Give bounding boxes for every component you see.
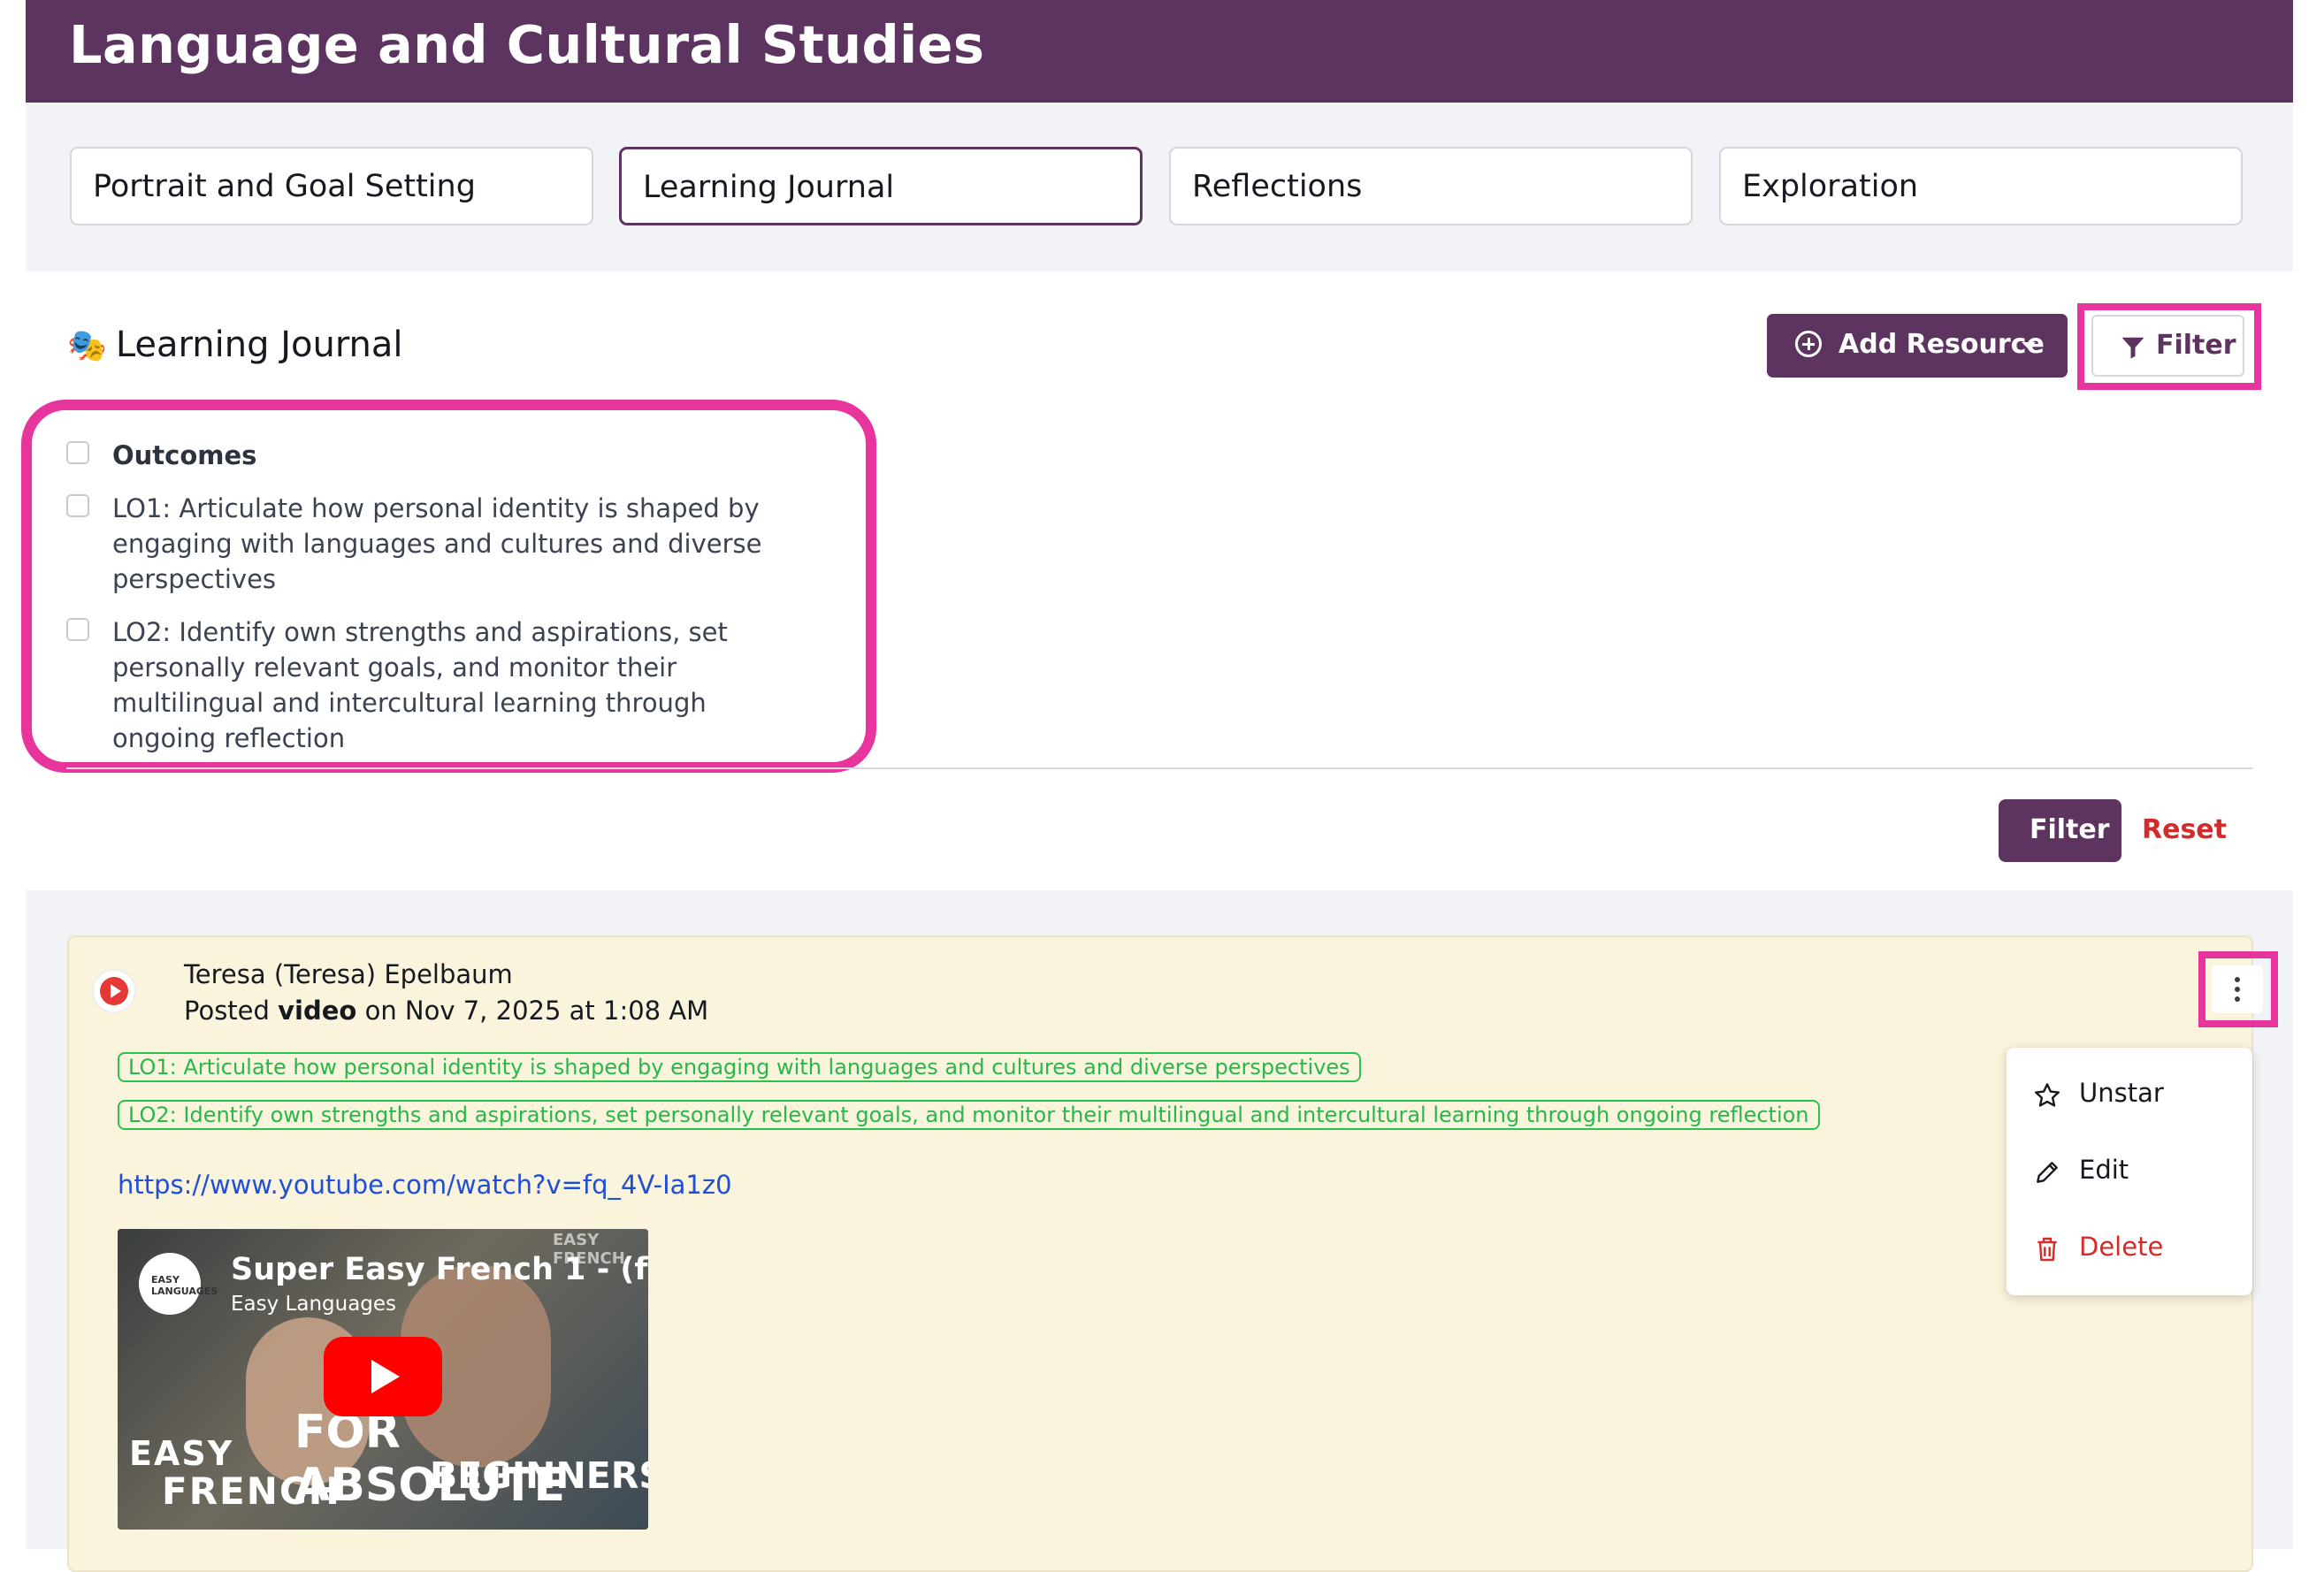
- journal-panel: 🎭 Learning Journal Add Resource Filter Ou…: [21, 271, 2293, 890]
- tab-label: Learning Journal: [643, 170, 895, 205]
- outcomes-group-checkbox[interactable]: [66, 441, 89, 464]
- funnel-icon: [2121, 337, 2144, 359]
- pencil-icon: [2037, 1162, 2058, 1183]
- kebab-dot: [2235, 996, 2240, 1002]
- outcome-lo2-checkbox[interactable]: [66, 618, 89, 641]
- tab-reflections[interactable]: Reflections: [1169, 147, 1693, 225]
- channel-logo-text: EASY LANGUAGES: [151, 1274, 218, 1297]
- outcome-lo1-label: LO1: Articulate how personal identity is…: [112, 493, 762, 594]
- tab-exploration[interactable]: Exploration: [1719, 147, 2243, 225]
- thumbnail-brand-line1: EASY: [129, 1434, 234, 1473]
- outcome-lo2-label: LO2: Identify own strengths and aspirati…: [112, 617, 728, 753]
- filter-toggle-label: Filter: [2156, 330, 2236, 361]
- posted-suffix: on Nov 7, 2025 at 1:08 AM: [364, 996, 709, 1026]
- section-title: 🎭 Learning Journal: [67, 324, 403, 365]
- tab-learning-journal[interactable]: Learning Journal: [619, 147, 1143, 225]
- tab-label: Exploration: [1742, 169, 1919, 204]
- post-options-button[interactable]: [2212, 965, 2263, 1013]
- thumbnail-brand-line2: FRENCH: [162, 1469, 341, 1513]
- thumbnail-overlay-line2: BEGINNERS: [430, 1454, 648, 1497]
- divider: [66, 767, 2252, 769]
- kebab-dot: [2235, 987, 2240, 992]
- video-embed[interactable]: EASY LANGUAGES EASY FRENCH Super Easy Fr…: [118, 1229, 648, 1530]
- avatar: [92, 969, 136, 1013]
- video-channel: Easy Languages: [231, 1293, 397, 1316]
- header-bar: Language and Cultural Studies: [26, 0, 2293, 103]
- app-frame: Language and Cultural Studies Portrait a…: [21, 0, 2293, 1572]
- youtube-play-icon[interactable]: [324, 1337, 442, 1416]
- outcome-lo1-checkbox[interactable]: [66, 494, 89, 517]
- menu-item-label: Delete: [2079, 1232, 2164, 1262]
- caret-down-icon: [2022, 342, 2036, 349]
- filter-toggle-button[interactable]: Filter: [2091, 315, 2244, 377]
- menu-item-unstar[interactable]: Unstar: [2007, 1064, 2252, 1126]
- video-post-icon: [100, 977, 128, 1005]
- tab-label: Reflections: [1192, 169, 1363, 204]
- video-url-link[interactable]: https://www.youtube.com/watch?v=fq_4V-Ia…: [118, 1170, 732, 1200]
- add-resource-button[interactable]: Add Resource: [1767, 314, 2068, 378]
- plus-circle-icon: [1795, 331, 1822, 357]
- kebab-dot: [2235, 977, 2240, 982]
- journal-post-card: Teresa (Teresa) Epelbaum Posted video on…: [67, 935, 2278, 1572]
- tab-label: Portrait and Goal Setting: [93, 169, 476, 204]
- star-outline-icon: [2035, 1083, 2060, 1107]
- apply-filter-button[interactable]: Filter: [1999, 799, 2121, 862]
- menu-item-delete[interactable]: Delete: [2007, 1217, 2252, 1279]
- add-resource-label: Add Resource: [1839, 329, 2045, 360]
- menu-item-label: Edit: [2079, 1155, 2129, 1185]
- post-author: Teresa (Teresa) Epelbaum: [184, 959, 513, 989]
- tab-portrait-and-goal-setting[interactable]: Portrait and Goal Setting: [70, 147, 593, 225]
- section-title-text: Learning Journal: [115, 324, 403, 365]
- page-title: Language and Cultural Studies: [69, 14, 985, 75]
- posted-prefix: Posted: [184, 996, 270, 1026]
- video-title: Super Easy French 1 - (for a: [231, 1252, 648, 1287]
- outcome-tag-lo2: LO2: Identify own strengths and aspirati…: [118, 1100, 1820, 1130]
- post-meta: Posted video on Nov 7, 2025 at 1:08 AM: [184, 996, 708, 1026]
- outcomes-group-label: Outcomes: [112, 440, 257, 470]
- menu-item-label: Unstar: [2079, 1078, 2164, 1108]
- reset-filter-link[interactable]: Reset: [2142, 814, 2227, 845]
- posted-type: video: [278, 996, 357, 1026]
- outcome-tag-lo1: LO1: Articulate how personal identity is…: [118, 1052, 1361, 1082]
- theater-masks-icon: 🎭: [67, 328, 107, 364]
- apply-filter-label: Filter: [2030, 814, 2110, 845]
- channel-logo: EASY LANGUAGES: [139, 1253, 218, 1315]
- post-options-menu: Unstar Edit Delete: [2007, 1048, 2252, 1295]
- trash-icon: [2037, 1237, 2057, 1262]
- menu-item-edit[interactable]: Edit: [2007, 1141, 2252, 1202]
